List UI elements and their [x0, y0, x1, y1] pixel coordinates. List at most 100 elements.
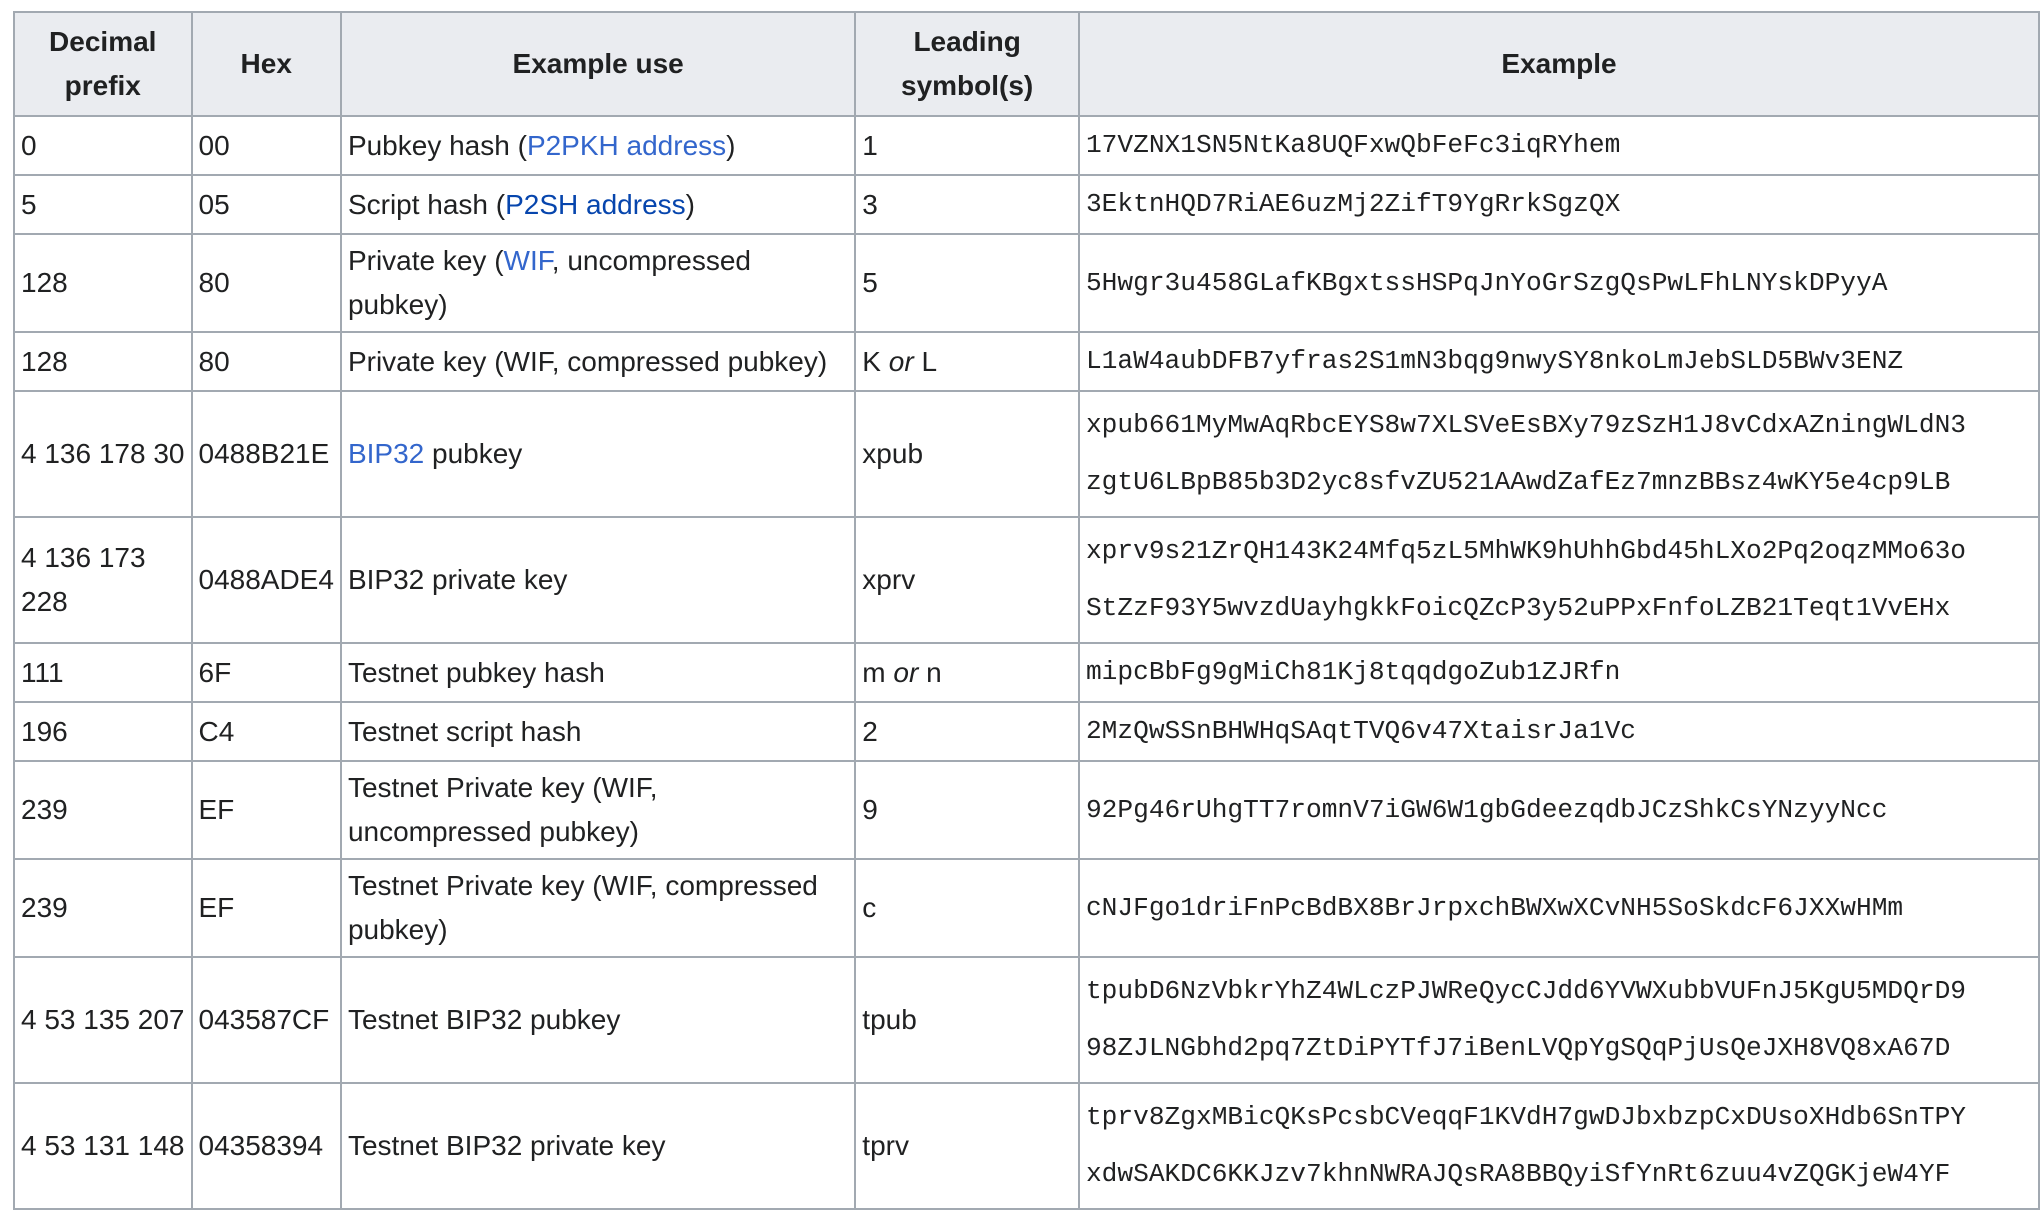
use-cell: Private key (WIF, compressed pubkey) [339, 331, 857, 392]
use-cell: BIP32 private key [339, 516, 857, 644]
table-row: 4 53 135 207 043587CF Testnet BIP32 pubk… [13, 956, 2040, 1084]
hex-cell: 80 [190, 331, 342, 392]
decimal-cell: 239 [13, 760, 193, 860]
decimal-cell: 4 136 173 228 [13, 516, 193, 644]
table-row: 4 136 173 228 0488ADE4 BIP32 private key… [13, 516, 2040, 644]
decimal-cell: 128 [13, 331, 193, 392]
use-cell: Testnet script hash [339, 701, 857, 762]
decimal-cell: 4 53 135 207 [13, 956, 193, 1084]
use-cell: Testnet Private key (WIF, uncompressed p… [339, 760, 857, 860]
leading-cell: 9 [854, 760, 1080, 860]
hex-cell: C4 [190, 701, 342, 762]
use-cell: Pubkey hash (P2PKH address) [339, 115, 857, 176]
leading-cell: K or L [854, 331, 1080, 392]
hex-cell: 043587CF [190, 956, 342, 1084]
header-example-use: Example use [339, 11, 857, 117]
hex-cell: 80 [190, 233, 342, 333]
leading-cell: tprv [854, 1082, 1080, 1210]
example-cell: tprv8ZgxMBicQKsPcsbCVeqqF1KVdH7gwDJbxbzp… [1077, 1082, 2040, 1210]
header-row: Decimal prefix Hex Example use Leading s… [13, 11, 2040, 117]
example-cell: tpubD6NzVbkrYhZ4WLczPJWReQycCJdd6YVWXubb… [1077, 956, 2040, 1084]
example-line: tprv8ZgxMBicQKsPcsbCVeqqF1KVdH7gwDJbxbzp… [1085, 1102, 1967, 1132]
example-line: 98ZJLNGbhd2pq7ZtDiPYTfJ7iBenLVQpYgSQqPjU… [1085, 1033, 1951, 1063]
address-prefix-table: Decimal prefix Hex Example use Leading s… [13, 11, 2040, 1210]
table-row: 4 53 131 148 04358394 Testnet BIP32 priv… [13, 1082, 2040, 1210]
hex-cell: 00 [190, 115, 342, 176]
use-cell: Script hash (P2SH address) [339, 174, 857, 235]
bip32-link[interactable]: BIP32 [348, 438, 424, 469]
decimal-cell: 239 [13, 858, 193, 958]
example-cell: L1aW4aubDFB7yfras2S1mN3bqg9nwySY8nkoLmJe… [1077, 331, 2040, 392]
leading-symbol: L [921, 345, 938, 377]
example-cell: xpub661MyMwAqRbcEYS8w7XLSVeEsBXy79zSzH1J… [1077, 390, 2040, 518]
leading-cell: m or n [854, 642, 1080, 703]
leading-cell: tpub [854, 956, 1080, 1084]
leading-cell: 2 [854, 701, 1080, 762]
leading-cell: xprv [854, 516, 1080, 644]
hex-cell: 04358394 [190, 1082, 342, 1210]
example-cell: mipcBbFg9gMiCh81Kj8tqqdgoZub1ZJRfn [1077, 642, 2040, 703]
leading-cell: 3 [854, 174, 1080, 235]
use-text: Script hash ( [347, 188, 506, 220]
decimal-cell: 128 [13, 233, 193, 333]
table-row: 111 6F Testnet pubkey hash m or n mipcBb… [13, 642, 2040, 703]
or-text: or [893, 656, 919, 688]
example-cell: 2MzQwSSnBHWHqSAqtTVQ6v47XtaisrJa1Vc [1077, 701, 2040, 762]
use-cell: Testnet Private key (WIF, compressed pub… [339, 858, 857, 958]
example-line: xdwSAKDC6KKJzv7khnNWRAJQsRA8BBQyiSfYnRt6… [1085, 1159, 1951, 1189]
use-text-suffix: ) [685, 188, 695, 220]
example-cell: xprv9s21ZrQH143K24Mfq5zL5MhWK9hUhhGbd45h… [1077, 516, 2040, 644]
table-row: 128 80 Private key (WIF, uncompressed pu… [13, 233, 2040, 333]
header-decimal-prefix: Decimal prefix [13, 11, 193, 117]
leading-cell: 5 [854, 233, 1080, 333]
wif-link[interactable]: WIF [504, 245, 552, 276]
hex-cell: EF [190, 760, 342, 860]
use-text: Private key ( [347, 245, 504, 276]
table-row: 4 136 178 30 0488B21E BIP32 pubkey xpub … [13, 390, 2040, 518]
leading-symbol: m [862, 656, 886, 688]
example-cell: 3EktnHQD7RiAE6uzMj2ZifT9YgRrkSgzQX [1077, 174, 2040, 235]
table-row: 0 00 Pubkey hash (P2PKH address) 1 17VZN… [13, 115, 2040, 176]
example-cell: 17VZNX1SN5NtKa8UQFxwQbFeFc3iqRYhem [1077, 115, 2040, 176]
decimal-cell: 0 [13, 115, 193, 176]
or-text: or [888, 345, 914, 377]
table-row: 239 EF Testnet Private key (WIF, compres… [13, 858, 2040, 958]
use-cell: Testnet BIP32 pubkey [339, 956, 857, 1084]
hex-cell: EF [190, 858, 342, 958]
table-row: 5 05 Script hash (P2SH address) 3 3EktnH… [13, 174, 2040, 235]
example-line: xprv9s21ZrQH143K24Mfq5zL5MhWK9hUhhGbd45h… [1085, 536, 1967, 566]
leading-symbol: n [926, 656, 942, 688]
use-cell: Testnet pubkey hash [339, 642, 857, 703]
decimal-cell: 196 [13, 701, 193, 762]
hex-cell: 0488B21E [190, 390, 342, 518]
leading-cell: c [854, 858, 1080, 958]
decimal-cell: 4 136 178 30 [13, 390, 193, 518]
use-cell: BIP32 pubkey [339, 390, 857, 518]
example-cell: 5Hwgr3u458GLafKBgxtssHSPqJnYoGrSzgQsPwLF… [1077, 233, 2040, 333]
use-cell: Private key (WIF, uncompressed pubkey) [339, 233, 857, 333]
header-hex: Hex [190, 11, 342, 117]
example-line: xpub661MyMwAqRbcEYS8w7XLSVeEsBXy79zSzH1J… [1085, 410, 1967, 440]
header-example: Example [1077, 11, 2040, 117]
p2pkh-address-link[interactable]: P2PKH address [527, 130, 726, 161]
example-cell: 92Pg46rUhgTT7romnV7iGW6W1gbGdeezqdbJCzSh… [1077, 760, 2040, 860]
table-row: 128 80 Private key (WIF, compressed pubk… [13, 331, 2040, 392]
leading-symbol: K [862, 345, 881, 377]
leading-cell: 1 [854, 115, 1080, 176]
table-row: 196 C4 Testnet script hash 2 2MzQwSSnBHW… [13, 701, 2040, 762]
example-cell: cNJFgo1driFnPcBdBX8BrJrpxchBWXwXCvNH5SoS… [1077, 858, 2040, 958]
decimal-cell: 4 53 131 148 [13, 1082, 193, 1210]
use-text: Pubkey hash ( [347, 129, 527, 161]
example-line: StZzF93Y5wvzdUayhgkkFoicQZcP3y52uPPxFnfo… [1085, 593, 1951, 623]
example-line: zgtU6LBpB85b3D2yc8sfvZU521AAwdZafEz7mnzB… [1085, 467, 1951, 497]
p2sh-address-link[interactable]: P2SH address [505, 189, 686, 220]
use-text-suffix: pubkey [424, 438, 523, 469]
example-line: tpubD6NzVbkrYhZ4WLczPJWReQycCJdd6YVWXubb… [1085, 976, 1967, 1006]
use-cell: Testnet BIP32 private key [339, 1082, 857, 1210]
table-row: 239 EF Testnet Private key (WIF, uncompr… [13, 760, 2040, 860]
hex-cell: 6F [190, 642, 342, 703]
leading-cell: xpub [854, 390, 1080, 518]
hex-cell: 05 [190, 174, 342, 235]
decimal-cell: 5 [13, 174, 193, 235]
decimal-cell: 111 [13, 642, 193, 703]
